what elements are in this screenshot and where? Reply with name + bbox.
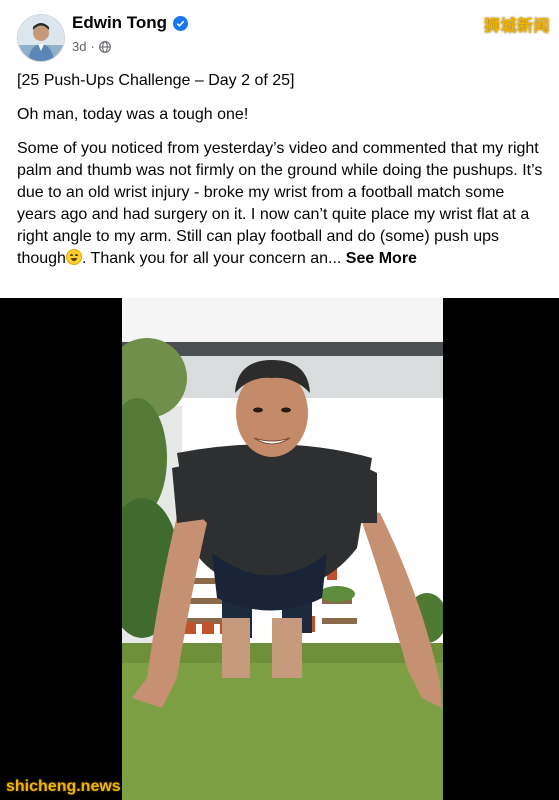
author-name-text[interactable]: Edwin Tong [72,13,167,33]
author-name[interactable]: Edwin Tong [72,13,189,33]
post-body-main: Some of you noticed from yesterday’s vid… [17,140,543,267]
globe-icon [98,40,111,53]
post-header: Edwin Tong 3d · 狮城新闻 [0,0,559,68]
post-timestamp[interactable]: 3d [72,39,86,54]
avatar[interactable] [17,14,65,62]
video-player[interactable]: shicheng.news [0,298,559,800]
post-text: [25 Push-Ups Challenge – Day 2 of 25] Oh… [17,70,547,282]
post-body: Some of you noticed from yesterday’s vid… [17,138,547,270]
post-meta: 3d · [72,39,111,54]
watermark-top: 狮城新闻 [483,18,550,35]
verified-badge-icon [173,15,189,31]
meta-separator: · [90,39,95,54]
post-body-tail: . Thank you for all your concern an... [81,250,342,267]
see-more-link[interactable]: See More [346,250,417,267]
grinning-sweat-emoji [65,249,82,265]
watermark-bottom: shicheng.news [6,778,121,795]
video-play-area[interactable] [0,298,559,800]
post-title-line: [25 Push-Ups Challenge – Day 2 of 25] [17,72,295,89]
post-intro-line: Oh man, today was a tough one! [17,106,249,123]
